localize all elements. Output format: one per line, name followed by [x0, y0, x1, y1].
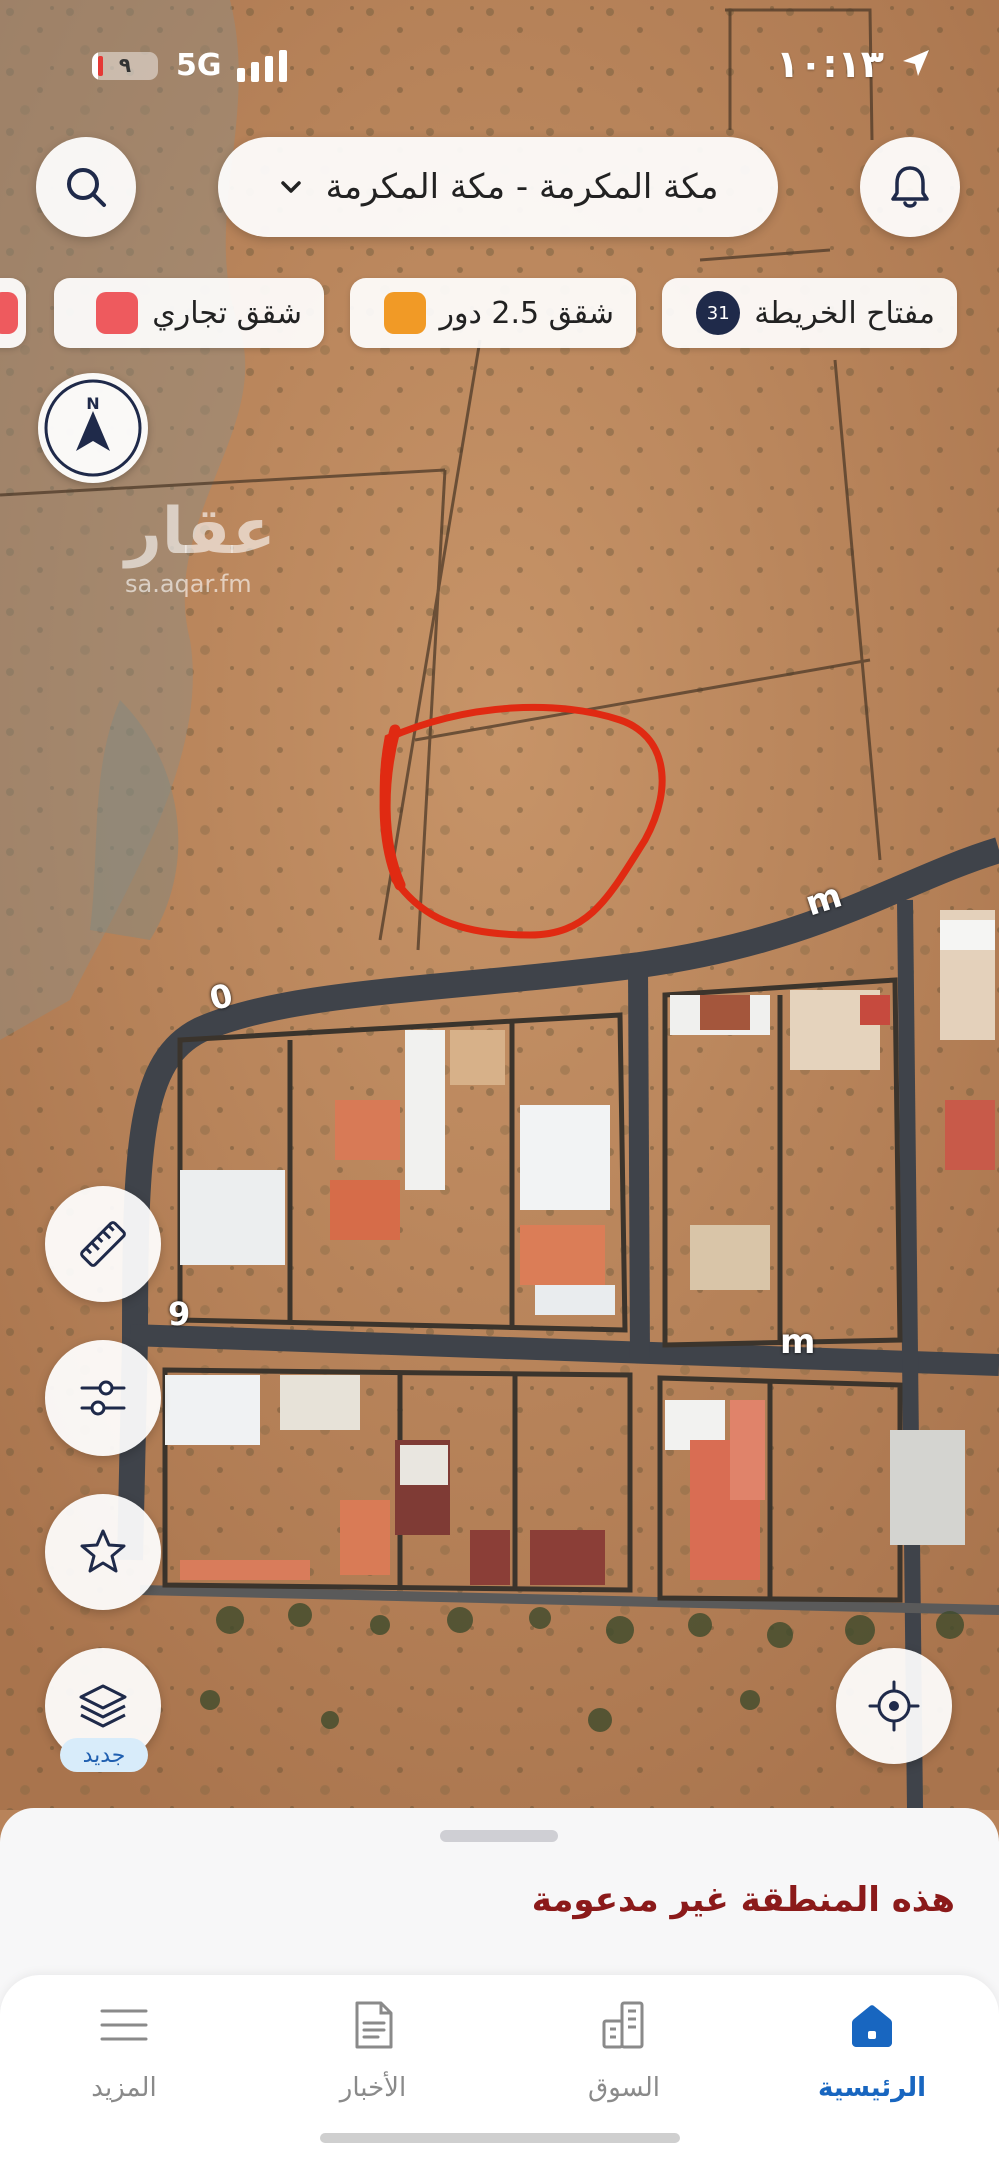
sheet-handle[interactable]	[440, 1830, 558, 1842]
map-legend-chips: مفتاح الخريطة 31 شقق 2.5 دور شقق تجاري	[0, 278, 999, 352]
legend-chip-partial[interactable]	[0, 278, 26, 348]
tab-more[interactable]: المزيد	[24, 1995, 224, 2103]
measure-button[interactable]	[45, 1186, 161, 1302]
street-label: 9	[168, 1295, 191, 1333]
search-button[interactable]	[36, 137, 136, 237]
location-text: مكة المكرمة - مكة المكرمة	[325, 167, 719, 207]
ruler-icon	[80, 1221, 126, 1267]
tab-label: السوق	[588, 2073, 660, 2103]
compass-button[interactable]: N	[38, 373, 148, 483]
chip-label: مفتاح الخريطة	[754, 295, 935, 331]
crosshair-icon	[868, 1680, 920, 1732]
news-icon	[355, 2001, 393, 2049]
battery-percent: ٩	[118, 53, 132, 77]
count-badge: 31	[696, 291, 741, 335]
compass-north-letter: N	[86, 394, 99, 413]
tab-market[interactable]: السوق	[524, 1995, 724, 2103]
tab-home[interactable]: الرئيسية	[772, 1995, 972, 2103]
status-bar: ٩ 5G ١٠:١٣	[0, 0, 999, 130]
tab-label: الأخبار	[339, 2073, 407, 2103]
tab-label: الرئيسية	[817, 2073, 927, 2103]
layers-icon	[79, 1684, 127, 1728]
home-indicator	[320, 2133, 680, 2143]
watermark-brand: عقار	[125, 495, 276, 569]
menu-icon	[100, 2009, 148, 2041]
watermark-url: sa.aqar.fm	[125, 570, 252, 598]
map-key-chip[interactable]: مفتاح الخريطة 31	[662, 278, 957, 348]
color-swatch	[96, 292, 139, 334]
notifications-button[interactable]	[860, 137, 960, 237]
network-type: 5G	[176, 48, 222, 83]
watermark: عقار sa.aqar.fm	[125, 500, 276, 598]
tab-news[interactable]: الأخبار	[273, 1995, 473, 2103]
chip-label: شقق تجاري	[152, 295, 302, 331]
compass-icon: N	[44, 379, 142, 477]
bell-icon	[891, 166, 929, 208]
clock: ١٠:١٣	[776, 42, 884, 86]
favorites-button[interactable]	[45, 1494, 161, 1610]
chip-label: شقق 2.5 دور	[439, 295, 614, 331]
signal-icon	[237, 50, 287, 82]
location-selector[interactable]: مكة المكرمة - مكة المكرمة	[218, 137, 778, 237]
color-swatch	[0, 292, 18, 334]
star-icon	[80, 1529, 126, 1573]
color-swatch	[383, 292, 426, 334]
street-label: m	[780, 1322, 816, 1362]
search-icon	[67, 168, 106, 207]
battery-indicator: ٩	[92, 52, 158, 80]
buildings-icon	[602, 2001, 644, 2049]
locate-me-button[interactable]	[836, 1648, 952, 1764]
tab-label: المزيد	[91, 2073, 157, 2103]
legend-chip-apartments-2-5[interactable]: شقق 2.5 دور	[350, 278, 636, 348]
home-icon	[852, 2005, 892, 2047]
new-badge: جديد	[60, 1738, 148, 1772]
chevron-down-icon	[280, 181, 301, 193]
legend-chip-commercial-apartments[interactable]: شقق تجاري	[54, 278, 324, 348]
filter-sliders-icon	[80, 1380, 126, 1416]
unsupported-area-notice: هذه المنطقة غير مدعومة	[531, 1880, 955, 1920]
filter-button[interactable]	[45, 1340, 161, 1456]
location-arrow-icon	[903, 50, 929, 76]
